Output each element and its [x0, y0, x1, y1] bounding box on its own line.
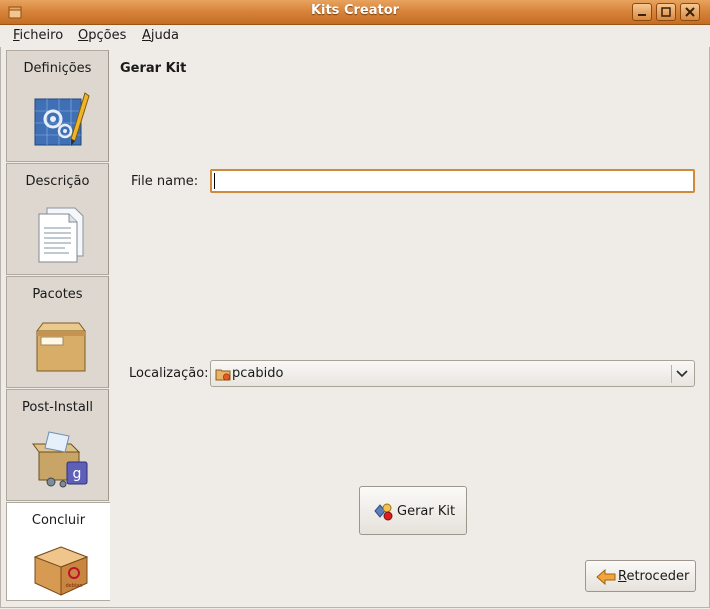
file-name-label: File name:	[131, 174, 199, 189]
title-bar[interactable]: Kits Creator	[0, 0, 710, 25]
sidebar-item-definicoes[interactable]: Definições	[6, 50, 109, 162]
window-title: Kits Creator	[310, 3, 400, 18]
location-value: pcabido	[232, 366, 284, 381]
generate-kit-button[interactable]: Gerar Kit	[359, 486, 467, 535]
combo-separator	[671, 365, 672, 383]
gear-blueprint-icon	[34, 92, 90, 146]
minimize-button[interactable]	[632, 3, 652, 21]
text-cursor	[214, 173, 215, 189]
generate-icon	[374, 503, 393, 521]
menu-bar: Ficheiro Opções Ajuda	[0, 25, 710, 47]
menu-opcoes[interactable]: Opções	[78, 28, 126, 43]
package-box-icon	[36, 322, 86, 372]
sidebar-item-label: Post-Install	[21, 400, 94, 415]
svg-text:debian: debian	[65, 583, 82, 589]
maximize-button[interactable]	[656, 3, 676, 21]
svg-text:g: g	[73, 466, 82, 482]
file-name-input[interactable]	[210, 169, 695, 193]
sidebar-item-label: Definições	[23, 61, 92, 76]
sidebar-item-label: Descrição	[25, 174, 90, 189]
location-combobox[interactable]: pcabido	[210, 360, 695, 387]
back-label: Retroceder	[618, 569, 690, 584]
sidebar-item-post-install[interactable]: Post-Install g	[6, 389, 109, 501]
generate-kit-label: Gerar Kit	[397, 504, 456, 519]
sidebar-item-label: Pacotes	[32, 287, 83, 302]
debian-package-icon: debian	[33, 546, 89, 596]
chevron-down-icon[interactable]	[675, 368, 689, 380]
close-button[interactable]	[680, 3, 700, 21]
sidebar-item-descricao[interactable]: Descrição	[6, 163, 109, 275]
arrow-left-icon	[596, 569, 616, 585]
location-label: Localização:	[129, 366, 209, 381]
home-folder-icon	[215, 369, 231, 381]
document-icon	[38, 207, 84, 263]
back-button[interactable]: Retroceder	[585, 560, 696, 592]
maximize-icon	[661, 7, 671, 17]
menu-ficheiro[interactable]: Ficheiro	[13, 28, 63, 43]
sidebar-item-pacotes[interactable]: Pacotes	[6, 276, 109, 388]
close-icon	[685, 7, 695, 17]
sidebar-item-concluir[interactable]: Concluir debian	[6, 502, 110, 601]
sidebar: Definições Descrição Pacotes Post-Instal…	[6, 50, 110, 601]
page-title: Gerar Kit	[120, 61, 187, 76]
install-package-icon: g	[32, 431, 88, 488]
minimize-icon	[638, 14, 646, 16]
sidebar-item-label: Concluir	[31, 513, 86, 528]
menu-ajuda[interactable]: Ajuda	[142, 28, 179, 43]
